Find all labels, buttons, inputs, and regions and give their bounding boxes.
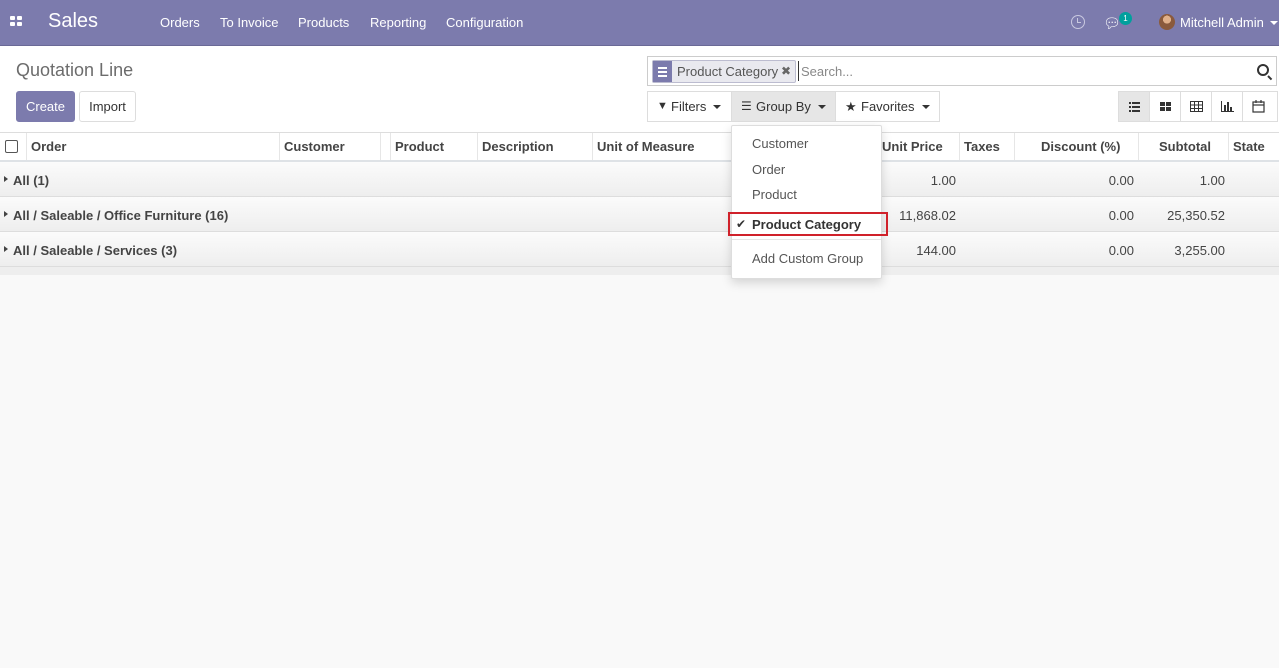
column-divider xyxy=(1228,133,1229,160)
group-discount: 0.00 xyxy=(1108,173,1134,188)
filters-label: Filters xyxy=(671,99,707,114)
column-unit-price[interactable]: Unit Price xyxy=(882,139,943,154)
group-by-label: Group By xyxy=(756,99,811,114)
column-product[interactable]: Product xyxy=(395,139,444,154)
groupby-option-product[interactable]: Product xyxy=(752,187,797,202)
column-discount[interactable]: Discount (%) xyxy=(1041,139,1120,154)
column-divider xyxy=(26,133,27,160)
app-name: Sales xyxy=(48,10,99,32)
caret-right-icon xyxy=(4,246,8,252)
groupby-option-customer[interactable]: Customer xyxy=(752,136,808,151)
group-row[interactable]: All / Saleable / Office Furniture (16) 1… xyxy=(0,197,1279,232)
group-subtotal: 3,255.00 xyxy=(1174,243,1225,258)
chevron-down-icon xyxy=(713,105,721,109)
group-unit-price: 1.00 xyxy=(930,173,956,188)
group-name: All / Saleable / Services (3) xyxy=(13,243,178,258)
pivot-view-icon[interactable] xyxy=(1181,92,1212,121)
add-custom-group[interactable]: Add Custom Group xyxy=(752,251,863,266)
group-name: All / Saleable / Office Furniture (16) xyxy=(13,208,229,223)
groupby-selected-label: Product Category xyxy=(752,217,862,232)
group-by-button[interactable]: ☰ Group By xyxy=(731,91,836,122)
column-divider xyxy=(390,133,391,160)
column-divider xyxy=(477,133,478,160)
filter-icon: ▼ xyxy=(657,100,668,112)
group-name: All (1) xyxy=(13,173,50,188)
check-icon: ✔ xyxy=(736,217,747,231)
group-discount: 0.00 xyxy=(1108,208,1134,223)
avatar[interactable] xyxy=(1159,14,1175,30)
column-taxes[interactable]: Taxes xyxy=(964,139,1000,154)
top-navbar: Sales Orders To Invoice Products Reporti… xyxy=(0,0,1279,46)
group-subtotal: 25,350.52 xyxy=(1167,208,1225,223)
search-input[interactable] xyxy=(798,61,1248,81)
column-divider xyxy=(1014,133,1015,160)
group-subtotal: 1.00 xyxy=(1199,173,1225,188)
favorites-label: Favorites xyxy=(861,99,915,114)
search-bar: Product Category ✖ xyxy=(647,56,1277,86)
column-order[interactable]: Order xyxy=(31,139,66,154)
column-divider xyxy=(1138,133,1139,160)
list-view-icon[interactable] xyxy=(1119,92,1150,121)
column-divider xyxy=(959,133,960,160)
column-divider xyxy=(592,133,593,160)
group-unit-price: 144.00 xyxy=(916,243,956,258)
caret-right-icon xyxy=(4,176,8,182)
group-facet-icon xyxy=(653,61,672,82)
column-state[interactable]: State xyxy=(1233,139,1265,154)
menu-reporting[interactable]: Reporting xyxy=(370,15,426,30)
select-all-checkbox[interactable] xyxy=(5,140,18,153)
menu-configuration[interactable]: Configuration xyxy=(446,15,523,30)
favorites-button[interactable]: ★ Favorites xyxy=(835,91,940,122)
kanban-view-icon[interactable] xyxy=(1150,92,1181,121)
bars-icon: ☰ xyxy=(741,99,752,113)
group-unit-price: 11,868.02 xyxy=(899,208,956,223)
calendar-view-icon[interactable] xyxy=(1243,92,1274,121)
user-menu[interactable]: Mitchell Admin xyxy=(1180,15,1264,30)
table-footer xyxy=(0,267,1279,275)
group-discount: 0.00 xyxy=(1108,243,1134,258)
chat-badge: 1 xyxy=(1119,12,1132,25)
groupby-option-product-category[interactable]: ✔ Product Category xyxy=(728,212,888,236)
apps-menu-icon[interactable] xyxy=(10,16,23,28)
group-row[interactable]: All (1) 1.00 0.00 1.00 xyxy=(0,162,1279,197)
facet-remove-icon[interactable]: ✖ xyxy=(781,64,791,78)
view-switcher xyxy=(1118,91,1278,122)
facet-value: Product Category xyxy=(677,64,779,79)
column-unit-of-measure[interactable]: Unit of Measure xyxy=(597,139,695,154)
star-icon: ★ xyxy=(845,99,857,114)
chevron-down-icon xyxy=(818,105,826,109)
filters-button[interactable]: ▼ Filters xyxy=(647,91,732,122)
column-divider xyxy=(380,133,381,160)
column-subtotal[interactable]: Subtotal xyxy=(1159,139,1211,154)
import-button[interactable]: Import xyxy=(79,91,136,122)
chevron-down-icon xyxy=(922,105,930,109)
search-icon[interactable] xyxy=(1257,64,1269,76)
menu-orders[interactable]: Orders xyxy=(160,15,200,30)
dropdown-divider xyxy=(732,239,881,240)
column-customer[interactable]: Customer xyxy=(284,139,345,154)
caret-right-icon xyxy=(4,211,8,217)
user-caret-icon[interactable] xyxy=(1270,21,1278,25)
breadcrumb: Quotation Line xyxy=(16,60,134,80)
table-header: Order Customer Product Description Unit … xyxy=(0,133,1279,162)
group-by-dropdown: Customer Order Product ✔ Product Categor… xyxy=(728,125,888,279)
activity-clock-icon[interactable] xyxy=(1071,15,1085,29)
column-description[interactable]: Description xyxy=(482,139,554,154)
menu-to-invoice[interactable]: To Invoice xyxy=(220,15,279,30)
graph-view-icon[interactable] xyxy=(1212,92,1243,121)
group-row[interactable]: All / Saleable / Services (3) 144.00 0.0… xyxy=(0,232,1279,267)
menu-products[interactable]: Products xyxy=(298,15,349,30)
search-facet: Product Category ✖ xyxy=(652,60,796,83)
create-button[interactable]: Create xyxy=(16,91,75,122)
groupby-option-order[interactable]: Order xyxy=(752,162,785,177)
column-divider xyxy=(279,133,280,160)
control-panel: Quotation Line Create Import Product Cat… xyxy=(0,46,1279,133)
